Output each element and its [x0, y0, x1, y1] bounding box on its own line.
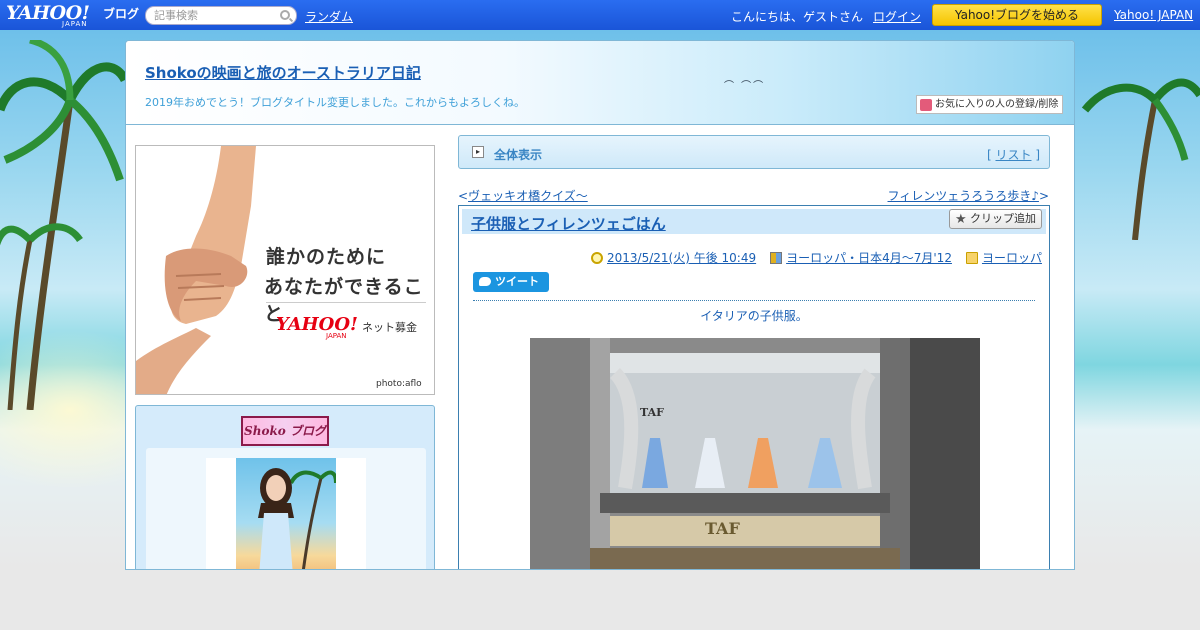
- profile-inner: [146, 448, 426, 569]
- article-title[interactable]: 子供服とフィレンツェごはん: [471, 213, 666, 234]
- yahoo-blog-logo[interactable]: YAHOO! JAPAN ブログ: [6, 2, 141, 28]
- blog-container: Shokoの映画と旅のオーストラリア日記 2019年おめでとう！ブログタイトル変…: [125, 40, 1075, 570]
- next-arrow: >: [1038, 189, 1049, 203]
- list-bracket-close: ]: [1031, 148, 1040, 162]
- search-input[interactable]: [146, 7, 271, 24]
- ad-service-name: ネット募金: [362, 321, 417, 334]
- avatar-frame: [206, 458, 366, 569]
- right-palm-tree: [1081, 78, 1200, 240]
- folder-icon: [965, 252, 978, 264]
- storefront-photo: [530, 338, 980, 569]
- prev-arrow: <: [458, 189, 469, 203]
- prev-article-link[interactable]: ヴェッキオ橋クイズ～: [468, 189, 588, 203]
- profile-banner[interactable]: Shoko ブログ: [241, 416, 329, 446]
- favorite-register-button[interactable]: お気に入りの人の登録/削除: [916, 95, 1063, 114]
- page-bottom: [0, 570, 1200, 630]
- blog-title[interactable]: Shokoの映画と旅のオーストラリア日記: [145, 62, 421, 83]
- holding-hands-image: [136, 146, 256, 394]
- star-icon: ★: [955, 212, 967, 227]
- avatar[interactable]: [236, 458, 338, 569]
- tweet-label: ツイート: [495, 275, 539, 288]
- ad-yahoo-logo-sub: JAPAN: [326, 332, 347, 340]
- search-box: [145, 6, 297, 25]
- ad-headline-1: 誰かのために: [266, 246, 387, 268]
- donation-ad-banner[interactable]: 誰かのために あなたができること YAHOO! JAPAN ネット募金 phot…: [135, 145, 435, 395]
- expand-icon[interactable]: ▸: [472, 146, 484, 158]
- favorite-label: お気に入りの人の登録/削除: [935, 99, 1059, 110]
- article-date-link[interactable]: 2013/5/21(火) 午後 10:49: [607, 251, 756, 265]
- next-article: フィレンツェうろうろ歩き♪>: [888, 187, 1049, 204]
- article-category-link[interactable]: ヨーロッパ: [982, 251, 1042, 265]
- profile-box: Shoko ブログ: [135, 405, 435, 569]
- yahoo-topbar: YAHOO! JAPAN ブログ ランダム こんにちは、ゲストさん ログイン Y…: [0, 0, 1200, 30]
- yahoo-japan-link[interactable]: Yahoo! JAPAN: [1114, 8, 1193, 22]
- article-theme-link[interactable]: ヨーロッパ・日本4月～7月'12: [786, 251, 952, 265]
- show-all-link[interactable]: 全体表示: [494, 146, 542, 163]
- ad-divider: [266, 302, 426, 303]
- article: 子供服とフィレンツェごはん ★ クリップ追加 2013/5/21(火) 午後 1…: [458, 205, 1050, 569]
- ad-photo-credit: photo:aflo: [376, 379, 422, 389]
- blog-header: Shokoの映画と旅のオーストラリア日記 2019年おめでとう！ブログタイトル変…: [126, 41, 1074, 125]
- clock-icon: [591, 252, 603, 264]
- article-header: 子供服とフィレンツェごはん ★ クリップ追加: [462, 209, 1046, 234]
- tweet-button[interactable]: ツイート: [473, 272, 549, 292]
- next-article-link[interactable]: フィレンツェうろうろ歩き♪: [888, 189, 1039, 203]
- photo-sign-top: TAF: [640, 406, 664, 419]
- avatar-figure: [258, 468, 338, 569]
- start-blog-button[interactable]: Yahoo!ブログを始める: [932, 4, 1102, 26]
- birds-decoration: ⌒ ⌒⌒: [724, 81, 766, 92]
- view-nav-bar: ▸ 全体表示 [ リスト ]: [458, 135, 1050, 169]
- article-meta: 2013/5/21(火) 午後 10:49 ヨーロッパ・日本4月～7月'12 ヨーロ…: [591, 249, 1042, 266]
- theme-icon: [770, 252, 783, 264]
- article-divider: [473, 300, 1035, 301]
- blog-subtitle: 2019年おめでとう！ブログタイトル変更しました。これからもよろしくね。: [145, 96, 525, 109]
- logo-blog-label: ブログ: [103, 7, 140, 21]
- list-link[interactable]: リスト: [995, 148, 1031, 162]
- logo-sub: JAPAN: [62, 20, 88, 28]
- list-toggle: [ リスト ]: [987, 146, 1040, 163]
- random-link[interactable]: ランダム: [305, 8, 353, 25]
- twitter-bird-icon: [479, 277, 491, 286]
- left-palm-trees: [0, 40, 125, 410]
- clip-add-label: クリップ追加: [970, 212, 1036, 225]
- prev-article: <ヴェッキオ橋クイズ～: [458, 187, 588, 204]
- greeting-text: こんにちは、ゲストさん: [731, 10, 864, 24]
- favorite-icon: [920, 99, 932, 111]
- article-photo[interactable]: TAF TAF: [530, 338, 980, 569]
- search-icon[interactable]: [280, 10, 290, 20]
- article-caption: イタリアの子供服。: [700, 309, 808, 323]
- clip-add-button[interactable]: ★ クリップ追加: [949, 209, 1042, 229]
- login-link[interactable]: ログイン: [873, 8, 921, 25]
- photo-sign-bottom: TAF: [705, 519, 740, 538]
